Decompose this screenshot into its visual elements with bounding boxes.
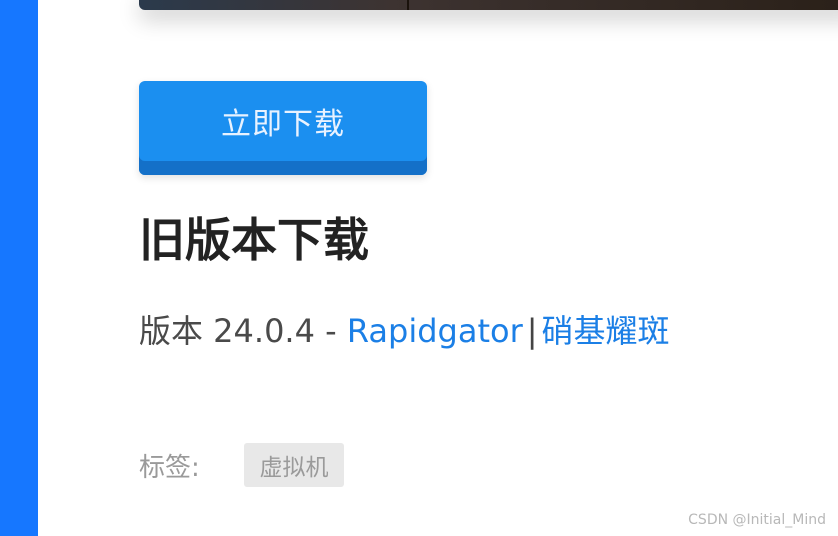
version-label: 版本 24.0.4 - <box>139 312 347 350</box>
link-separator: | <box>526 312 538 350</box>
csdn-watermark: CSDN @Initial_Mind <box>688 512 826 528</box>
tags-label: 标签: <box>139 453 200 483</box>
left-accent-bar <box>0 0 38 536</box>
product-preview-image <box>139 0 838 10</box>
page: 立即下载 旧版本下载 版本 24.0.4 - Rapidgator | 硝基耀斑 标… <box>0 0 838 536</box>
nitroflare-link[interactable]: 硝基耀斑 <box>542 312 670 350</box>
version-line: 版本 24.0.4 - Rapidgator | 硝基耀斑 <box>139 312 670 350</box>
old-version-heading: 旧版本下载 <box>139 213 369 267</box>
download-now-button[interactable]: 立即下载 <box>139 81 427 175</box>
preview-divider <box>407 0 409 10</box>
rapidgator-link[interactable]: Rapidgator <box>347 312 523 350</box>
tag-virtual-machine[interactable]: 虚拟机 <box>244 443 344 487</box>
